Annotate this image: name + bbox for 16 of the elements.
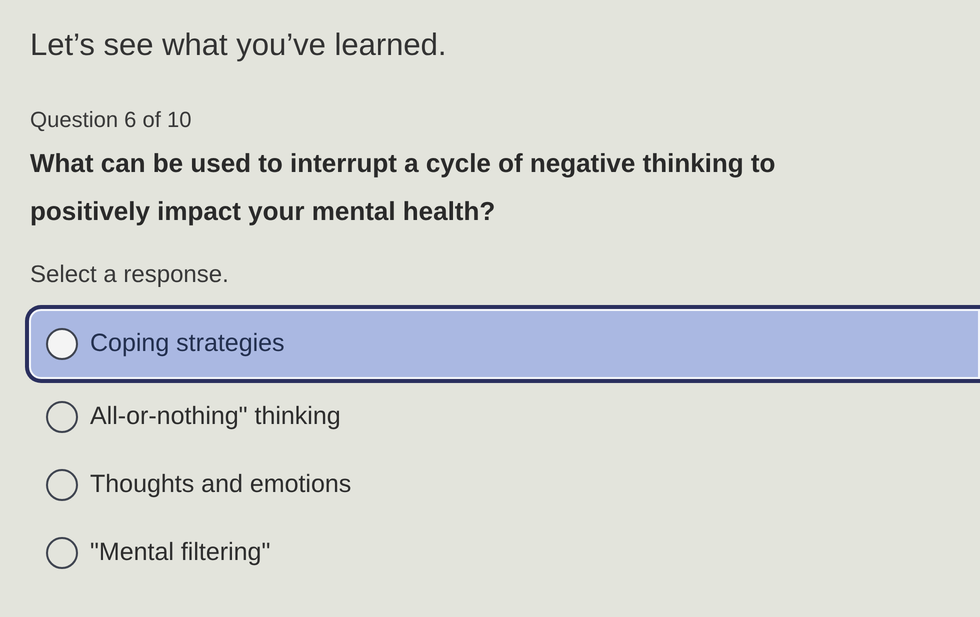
question-text: What can be used to interrupt a cycle of negative thinking to positively impact your mental health? [30,147,776,228]
answer-option[interactable]: "Mental filtering" [25,519,980,587]
option-label: "Mental filtering" [90,537,270,568]
option-label: All-or-nothing" thinking [90,401,341,432]
option-label: Coping strategies [90,328,285,360]
radio-button[interactable] [46,401,78,433]
question-counter: Question 6 of 10 [30,106,192,134]
option-label: Thoughts and emotions [90,469,352,500]
answer-option[interactable]: Thoughts and emotions [25,451,980,519]
answer-option[interactable]: Coping strategies [25,305,980,383]
answer-option[interactable]: All-or-nothing" thinking [25,383,980,451]
page-heading: Let’s see what you’ve learned. [30,26,448,64]
radio-button[interactable] [46,537,78,569]
radio-button[interactable] [46,328,78,360]
instruction-text: Select a response. [30,260,230,290]
radio-button[interactable] [46,469,78,501]
